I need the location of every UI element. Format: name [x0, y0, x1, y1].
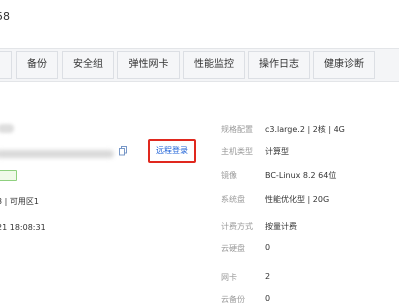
billing-value: 按量计费	[265, 222, 297, 231]
tab-performance-monitor[interactable]: 性能监控	[183, 51, 245, 79]
system-disk-key: 系统盘	[221, 195, 245, 204]
page-title: 58	[0, 10, 10, 23]
redacted-text	[0, 124, 14, 133]
tab-first-partial[interactable]	[0, 51, 12, 79]
tab-bar: 备份 安全组 弹性网卡 性能监控 操作日志 健康诊断	[0, 48, 399, 82]
nic-value: 2	[265, 272, 271, 281]
tab-operation-log[interactable]: 操作日志	[248, 51, 310, 79]
redacted-text	[0, 150, 114, 158]
tab-elastic-nic[interactable]: 弹性网卡	[117, 51, 180, 79]
cloud-disk-key: 云硬盘	[221, 244, 245, 253]
cloud-disk-value: 0	[265, 243, 271, 252]
availability-zone: 3 | 可用区1	[0, 197, 39, 206]
tab-backup[interactable]: 备份	[16, 51, 58, 79]
image-value: BC-Linux 8.2 64位	[265, 171, 337, 180]
spec-key: 规格配置	[221, 125, 253, 134]
cloud-backup-value: 0	[265, 294, 271, 303]
copy-icon[interactable]	[119, 146, 127, 156]
host-type-key: 主机类型	[221, 147, 253, 156]
created-time: 21 18:08:31	[0, 223, 46, 232]
host-type-value: 计算型	[265, 147, 289, 156]
tab-health-diagnosis[interactable]: 健康诊断	[313, 51, 375, 79]
status-badge	[0, 170, 17, 181]
image-key: 镜像	[221, 171, 237, 180]
billing-key: 计费方式	[221, 222, 253, 231]
remote-login-button[interactable]: 远程登录	[148, 139, 196, 163]
nic-key: 网卡	[221, 273, 237, 282]
tab-security-group[interactable]: 安全组	[62, 51, 114, 79]
system-disk-value: 性能优化型 | 20G	[265, 195, 330, 204]
spec-value: c3.large.2 | 2核 | 4G	[265, 125, 345, 134]
